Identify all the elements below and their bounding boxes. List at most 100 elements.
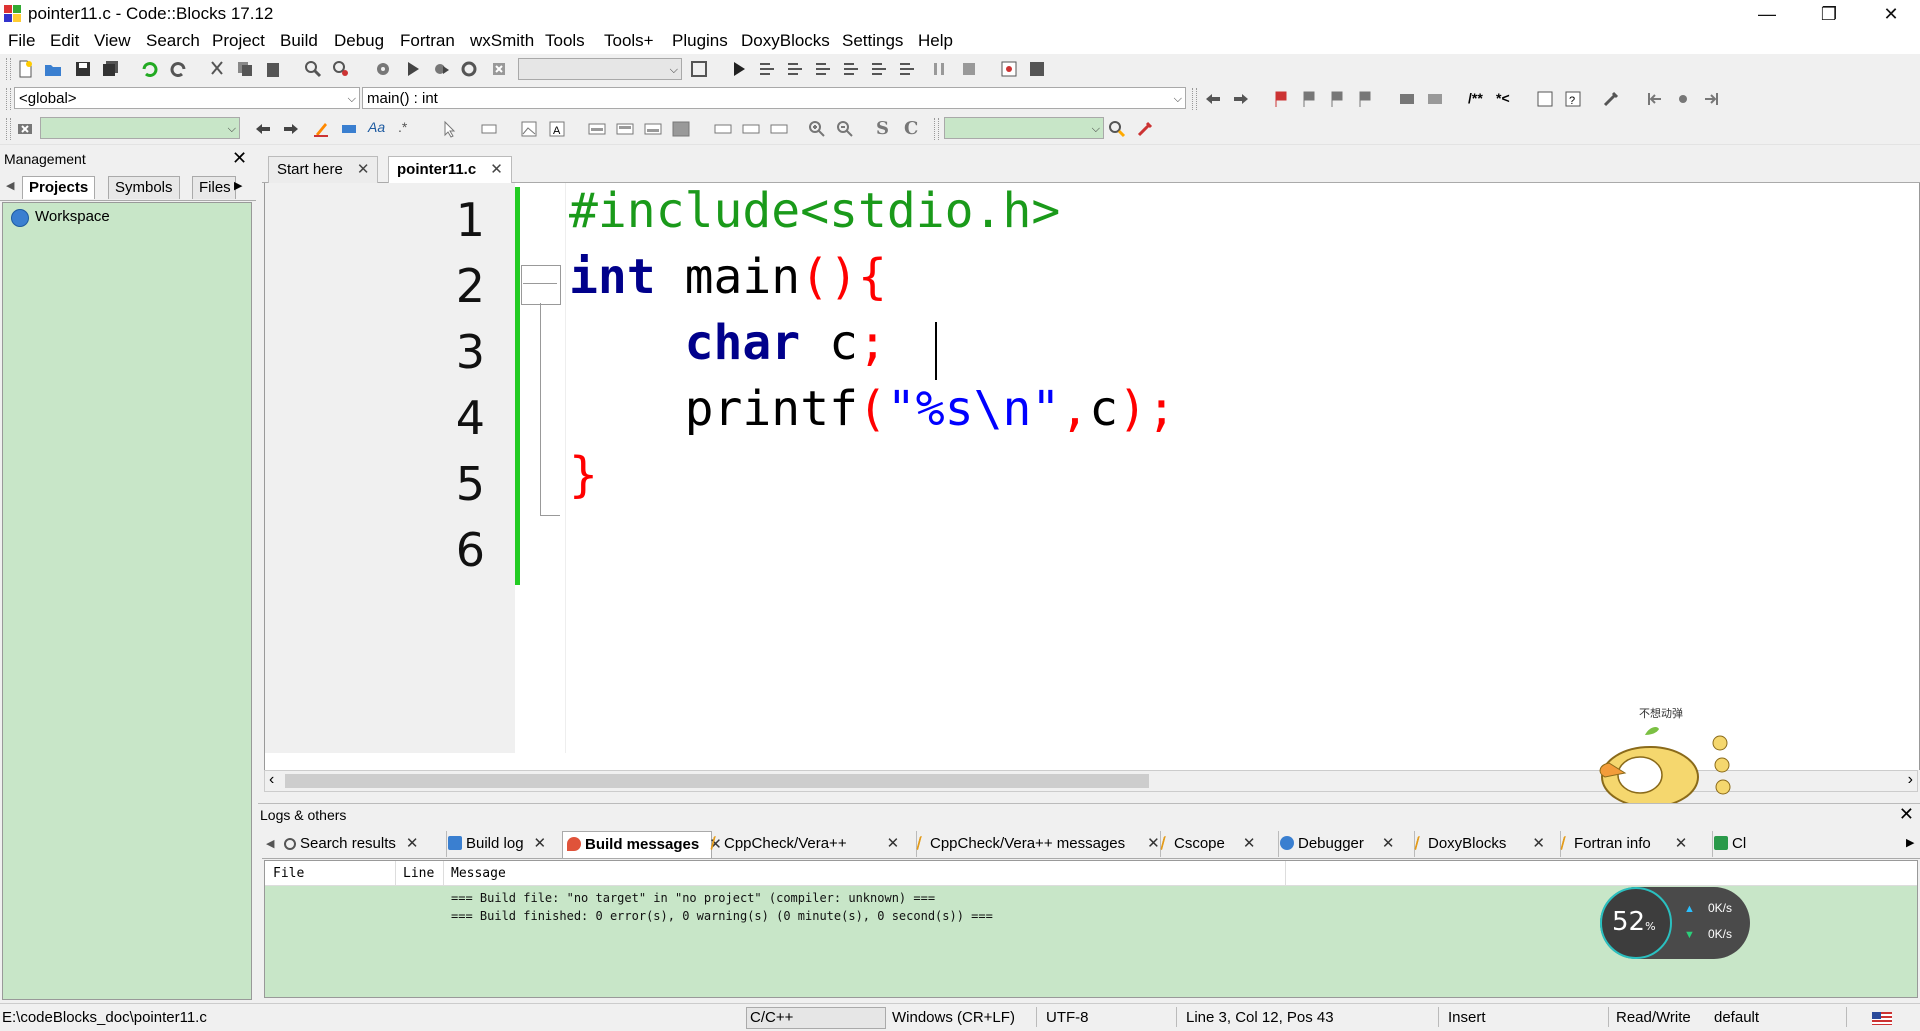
highlight-dot-icon[interactable] — [1674, 90, 1692, 108]
close-tab-icon[interactable]: ✕ — [534, 835, 547, 852]
run-to-cursor-icon[interactable] — [758, 60, 776, 78]
tab-start-here[interactable]: Start here ✕ — [268, 156, 379, 183]
tab-build-messages[interactable]: Build messages ✕ — [562, 831, 722, 858]
menu-help[interactable]: Help — [918, 31, 953, 51]
logs-close-button[interactable]: ✕ — [1899, 804, 1914, 825]
menu-settings[interactable]: Settings — [842, 31, 903, 51]
previous-function-icon[interactable] — [1646, 90, 1664, 108]
show-target-dialog-icon[interactable] — [690, 60, 708, 78]
build-message-row[interactable]: === Build file: "no target" in "no proje… — [451, 891, 935, 905]
paste-icon[interactable] — [264, 60, 282, 78]
selected-text-only-icon[interactable] — [340, 120, 358, 138]
debug-windows-icon[interactable] — [1000, 60, 1018, 78]
doxyblocks-wizard-icon[interactable] — [1398, 90, 1416, 108]
close-tab-icon[interactable]: ✕ — [406, 835, 419, 852]
close-tab-icon[interactable]: ✕ — [357, 161, 370, 178]
scope-dropdown[interactable]: <global> ⌵ — [14, 87, 360, 109]
tab-cppcheck-messages[interactable]: CppCheck/Vera++ messages ✕ — [914, 831, 1161, 857]
tab-cscope[interactable]: Cscope ✕ — [1158, 831, 1279, 857]
menu-tools[interactable]: Tools — [545, 31, 585, 51]
debug-start-icon[interactable] — [730, 60, 748, 78]
stop-debug-icon[interactable] — [960, 60, 978, 78]
doxyblocks-config-icon[interactable] — [1602, 90, 1620, 108]
close-tab-icon[interactable]: ✕ — [490, 161, 503, 178]
run-chm-icon[interactable]: ? — [1564, 90, 1582, 108]
menu-plugins[interactable]: Plugins — [672, 31, 728, 51]
management-close-button[interactable]: ✕ — [232, 148, 247, 169]
doxyblocks-extract-icon[interactable] — [1426, 90, 1444, 108]
build-message-row[interactable]: === Build finished: 0 error(s), 0 warnin… — [451, 909, 993, 923]
scroll-thumb[interactable] — [285, 774, 1149, 788]
wx-border-b-icon[interactable] — [742, 120, 760, 138]
code-editor[interactable]: 1 2 3 4 5 6 #include<stdio.h> int main()… — [264, 183, 1920, 770]
tab-symbols[interactable]: Symbols — [108, 176, 180, 199]
menu-debug[interactable]: Debug — [334, 31, 384, 51]
previous-bookmark-icon[interactable] — [1300, 90, 1318, 108]
clear-search-icon[interactable] — [16, 120, 34, 138]
wx-static-text-icon[interactable]: A — [548, 120, 566, 138]
menu-doxyblocks[interactable]: DoxyBlocks — [741, 31, 830, 51]
tab-doxyblocks[interactable]: DoxyBlocks ✕ — [1412, 831, 1561, 857]
next-function-icon[interactable] — [1702, 90, 1720, 108]
find-icon[interactable] — [304, 60, 322, 78]
match-case-icon[interactable]: Aa — [368, 119, 385, 135]
find-text-combo[interactable]: ⌵ — [944, 117, 1104, 139]
step-into-instruction-icon[interactable] — [898, 60, 916, 78]
replace-icon[interactable] — [332, 60, 350, 78]
wx-sizer-b-icon[interactable] — [616, 120, 634, 138]
close-tab-icon[interactable]: ✕ — [1532, 835, 1545, 852]
rebuild-icon[interactable] — [460, 60, 478, 78]
wx-image-icon[interactable] — [520, 120, 538, 138]
zoom-out-icon[interactable] — [836, 120, 854, 138]
close-tab-icon[interactable]: ✕ — [1382, 835, 1395, 852]
regex-icon[interactable]: .* — [398, 119, 407, 135]
scroll-right-icon[interactable]: › — [1908, 771, 1913, 789]
save-icon[interactable] — [74, 60, 92, 78]
build-target-dropdown[interactable]: ⌵ — [518, 58, 682, 80]
pointer-tool-icon[interactable] — [440, 120, 458, 138]
find-options-icon[interactable] — [1136, 120, 1154, 138]
tab-fortran-info[interactable]: Fortran info ✕ — [1558, 831, 1713, 857]
tab-search-results[interactable]: Search results ✕ — [280, 831, 447, 857]
column-file[interactable]: File — [273, 866, 304, 881]
tab-build-log[interactable]: Build log ✕ — [444, 831, 563, 857]
logs-tabs-left-icon[interactable]: ◀ — [266, 837, 274, 850]
copy-icon[interactable] — [236, 60, 254, 78]
menu-project[interactable]: Project — [212, 31, 265, 51]
incremental-search-input[interactable]: ⌵ — [40, 117, 240, 139]
syntax-c-icon[interactable]: C — [904, 118, 918, 139]
next-line-icon[interactable] — [786, 60, 804, 78]
menu-fortran[interactable]: Fortran — [400, 31, 455, 51]
cut-icon[interactable] — [208, 60, 226, 78]
block-comment-icon[interactable]: /** — [1468, 90, 1483, 106]
minimize-button[interactable]: — — [1744, 0, 1790, 28]
menu-build[interactable]: Build — [280, 31, 318, 51]
maximize-button[interactable]: ❐ — [1806, 0, 1852, 28]
clear-bookmarks-icon[interactable] — [1356, 90, 1374, 108]
undo-icon[interactable] — [140, 60, 158, 78]
fold-toggle-icon[interactable] — [521, 265, 561, 305]
syntax-s-icon[interactable]: S — [876, 118, 889, 139]
wx-border-c-icon[interactable] — [770, 120, 788, 138]
workspace-node[interactable]: Workspace — [35, 208, 110, 225]
tab-files[interactable]: Files — [192, 176, 236, 199]
tab-cppcheck[interactable]: CppCheck/Vera++ ✕ — [708, 831, 917, 857]
run-icon[interactable] — [404, 60, 422, 78]
abort-icon[interactable] — [490, 60, 508, 78]
toggle-bookmark-icon[interactable] — [1272, 90, 1290, 108]
menu-tools-plus[interactable]: Tools+ — [604, 31, 654, 51]
column-message[interactable]: Message — [451, 866, 506, 881]
tab-cl[interactable]: Cl — [1710, 831, 1758, 857]
menu-edit[interactable]: Edit — [50, 31, 79, 51]
build-gear-icon[interactable] — [374, 60, 392, 78]
various-info-icon[interactable] — [1028, 60, 1046, 78]
close-tab-icon[interactable]: ✕ — [1675, 835, 1688, 852]
save-all-icon[interactable] — [102, 60, 120, 78]
step-into-icon[interactable] — [814, 60, 832, 78]
tabs-scroll-right-icon[interactable]: ▶ — [234, 179, 242, 192]
next-instruction-icon[interactable] — [870, 60, 888, 78]
wx-sizer-d-icon[interactable] — [672, 120, 690, 138]
jump-back-icon[interactable] — [1204, 90, 1222, 108]
menu-wxsmith[interactable]: wxSmith — [470, 31, 534, 51]
scroll-left-icon[interactable]: ‹ — [269, 771, 274, 789]
